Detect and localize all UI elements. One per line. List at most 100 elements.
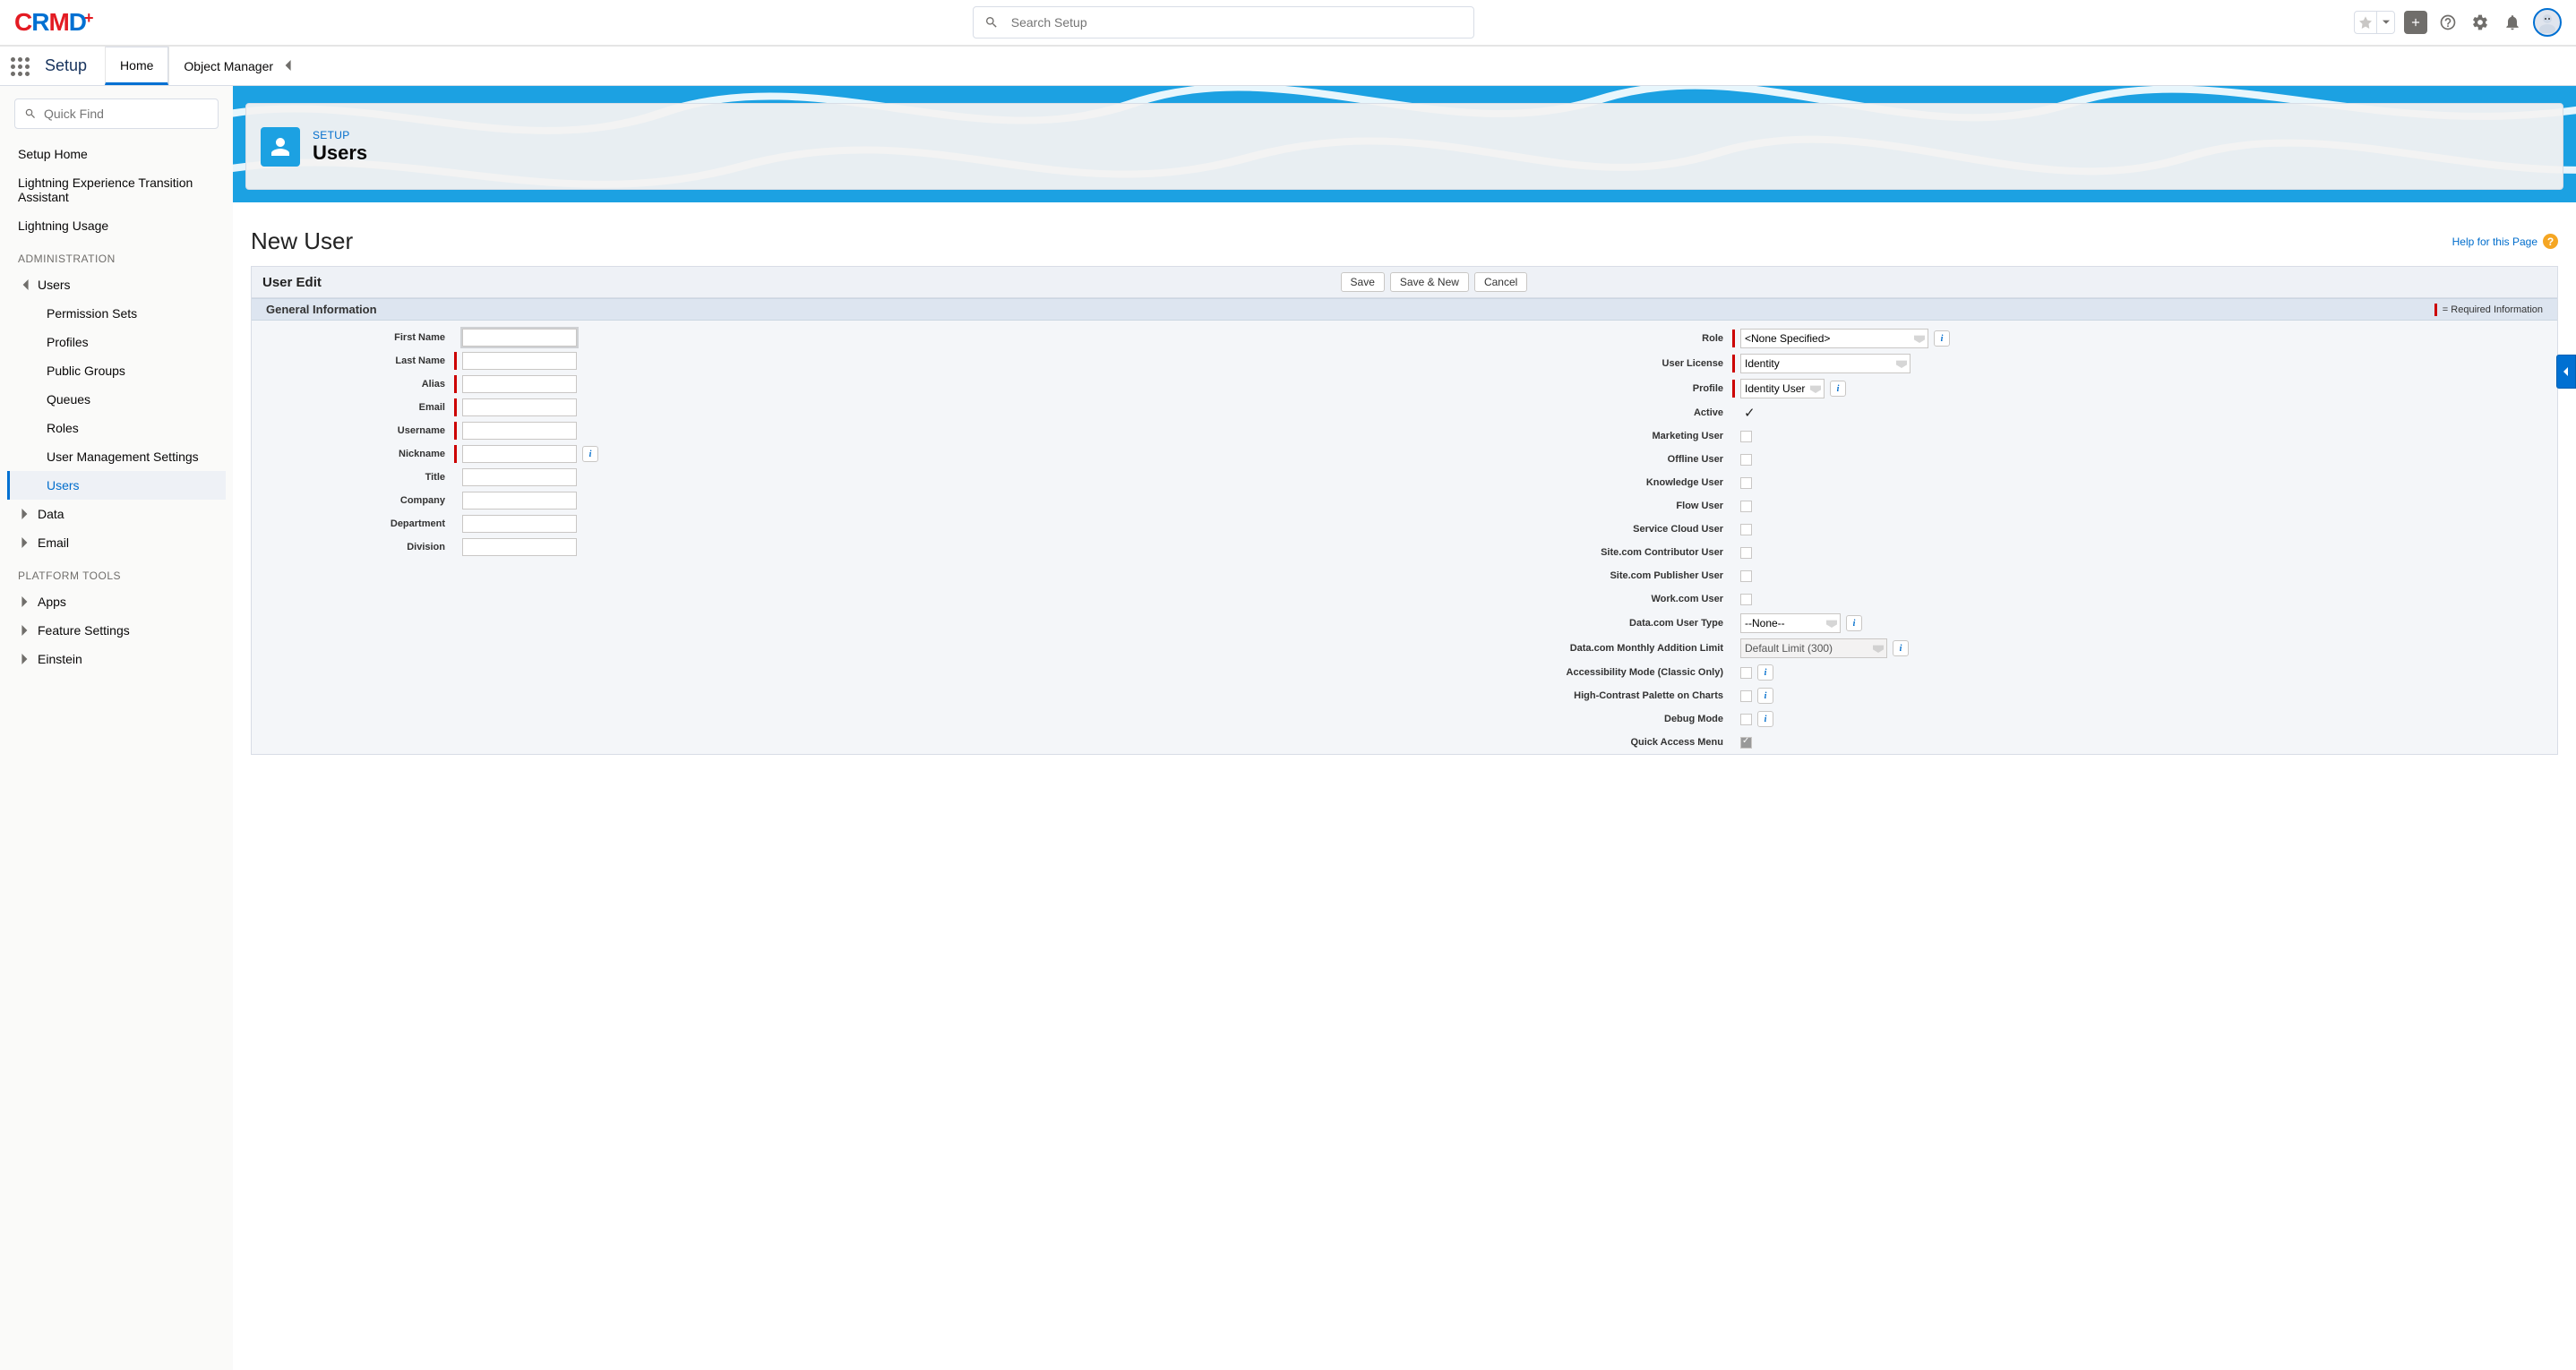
sidebar-data-label: Data [38, 507, 64, 521]
info-button[interactable]: i [1846, 615, 1862, 631]
label-first-name: First Name [257, 332, 454, 343]
sidebar-permission-sets[interactable]: Permission Sets [7, 299, 226, 328]
profile-select[interactable]: Identity User [1740, 379, 1825, 398]
title-input[interactable] [462, 468, 577, 486]
marketing-user-checkbox[interactable] [1740, 431, 1752, 442]
site-publisher-checkbox[interactable] [1740, 570, 1752, 582]
sidebar-data[interactable]: Data [7, 500, 226, 528]
label-department: Department [257, 518, 454, 529]
accessibility-checkbox[interactable] [1740, 667, 1752, 679]
site-contributor-checkbox[interactable] [1740, 547, 1752, 559]
sidebar-setup-home[interactable]: Setup Home [7, 140, 226, 168]
offline-user-checkbox[interactable] [1740, 454, 1752, 466]
info-button[interactable]: i [1830, 381, 1846, 397]
work-user-checkbox[interactable] [1740, 594, 1752, 605]
service-cloud-user-checkbox[interactable] [1740, 524, 1752, 535]
last-name-input[interactable] [462, 352, 577, 370]
sidebar-queues[interactable]: Queues [7, 385, 226, 414]
info-button[interactable]: i [1757, 664, 1773, 681]
sidebar-einstein[interactable]: Einstein [7, 645, 226, 673]
department-input[interactable] [462, 515, 577, 533]
first-name-input[interactable] [462, 329, 577, 347]
division-input[interactable] [462, 538, 577, 556]
alias-input[interactable] [462, 375, 577, 393]
global-search[interactable] [973, 6, 1474, 39]
user-icon [261, 127, 300, 167]
cancel-button[interactable]: Cancel [1474, 272, 1527, 292]
waffle-icon [11, 57, 29, 75]
info-button[interactable]: i [1934, 330, 1950, 347]
sidebar-lightning-usage[interactable]: Lightning Usage [7, 211, 226, 240]
app-launcher-button[interactable] [0, 47, 39, 85]
save-button[interactable]: Save [1341, 272, 1385, 292]
knowledge-user-checkbox[interactable] [1740, 477, 1752, 489]
global-search-input[interactable] [1011, 15, 1463, 30]
sidebar-roles[interactable]: Roles [7, 414, 226, 442]
flow-user-checkbox[interactable] [1740, 501, 1752, 512]
chevron-down-icon [18, 278, 32, 292]
context-bar: Setup Home Object Manager [0, 47, 2576, 86]
side-panel-toggle[interactable] [2556, 355, 2576, 389]
username-input[interactable] [462, 422, 577, 440]
label-user-license: User License [1410, 358, 1732, 369]
sidebar-feature-settings[interactable]: Feature Settings [7, 616, 226, 645]
app-logo: CRMD+ [14, 8, 93, 37]
favorites-dropdown[interactable] [2376, 12, 2394, 33]
hero-title: Users [313, 141, 367, 165]
active-checkmark-icon: ✓ [1744, 405, 1756, 421]
help-button[interactable] [2436, 11, 2460, 34]
sidebar-lex-assistant[interactable]: Lightning Experience Transition Assistan… [7, 168, 226, 211]
chevron-right-icon [18, 507, 32, 521]
label-flow-user: Flow User [1410, 501, 1732, 511]
user-avatar[interactable] [2533, 8, 2562, 37]
quick-find-input[interactable] [44, 107, 209, 121]
global-create-button[interactable] [2404, 11, 2427, 34]
label-profile: Profile [1410, 383, 1732, 394]
sidebar-users-parent[interactable]: Users [7, 270, 226, 299]
sidebar-apps[interactable]: Apps [7, 587, 226, 616]
sidebar-public-groups[interactable]: Public Groups [7, 356, 226, 385]
label-site-publisher: Site.com Publisher User [1410, 570, 1732, 581]
search-icon [24, 107, 37, 120]
email-input[interactable] [462, 398, 577, 416]
favorites-button[interactable] [2354, 11, 2395, 34]
search-icon [984, 15, 999, 30]
help-for-page-link[interactable]: Help for this Page ? [2452, 234, 2558, 249]
data-limit-select[interactable]: Default Limit (300) [1740, 638, 1887, 658]
sidebar-email[interactable]: Email [7, 528, 226, 557]
sidebar-users-label: Users [38, 278, 71, 292]
label-work-user: Work.com User [1410, 594, 1732, 604]
label-division: Division [257, 542, 454, 552]
quick-find[interactable] [14, 98, 219, 129]
nickname-input[interactable] [462, 445, 577, 463]
notifications-button[interactable] [2501, 11, 2524, 34]
global-header: CRMD+ [0, 0, 2576, 47]
company-input[interactable] [462, 492, 577, 509]
info-button[interactable]: i [1757, 711, 1773, 727]
label-marketing-user: Marketing User [1410, 431, 1732, 441]
user-license-select[interactable]: Identity [1740, 354, 1911, 373]
data-user-type-select[interactable]: --None-- [1740, 613, 1841, 633]
sidebar-user-mgmt-settings[interactable]: User Management Settings [7, 442, 226, 471]
sidebar-section-administration: ADMINISTRATION [7, 240, 226, 270]
label-knowledge-user: Knowledge User [1410, 477, 1732, 488]
label-role: Role [1410, 333, 1732, 344]
tab-home[interactable]: Home [105, 47, 168, 85]
section-title-general: General Information [266, 303, 377, 316]
debug-mode-checkbox[interactable] [1740, 714, 1752, 725]
panel-title: User Edit [262, 275, 322, 290]
quick-access-checkbox[interactable] [1740, 737, 1752, 749]
high-contrast-checkbox[interactable] [1740, 690, 1752, 702]
sidebar-profiles[interactable]: Profiles [7, 328, 226, 356]
sidebar-users[interactable]: Users [7, 471, 226, 500]
sidebar-email-label: Email [38, 535, 69, 550]
tab-object-manager[interactable]: Object Manager [168, 47, 307, 85]
save-and-new-button[interactable]: Save & New [1390, 272, 1469, 292]
info-button[interactable]: i [582, 446, 598, 462]
info-button[interactable]: i [1757, 688, 1773, 704]
label-offline-user: Offline User [1410, 454, 1732, 465]
sidebar-section-platform: PLATFORM TOOLS [7, 557, 226, 587]
role-select[interactable]: <None Specified> [1740, 329, 1928, 348]
info-button[interactable]: i [1893, 640, 1909, 656]
setup-gear-button[interactable] [2469, 11, 2492, 34]
